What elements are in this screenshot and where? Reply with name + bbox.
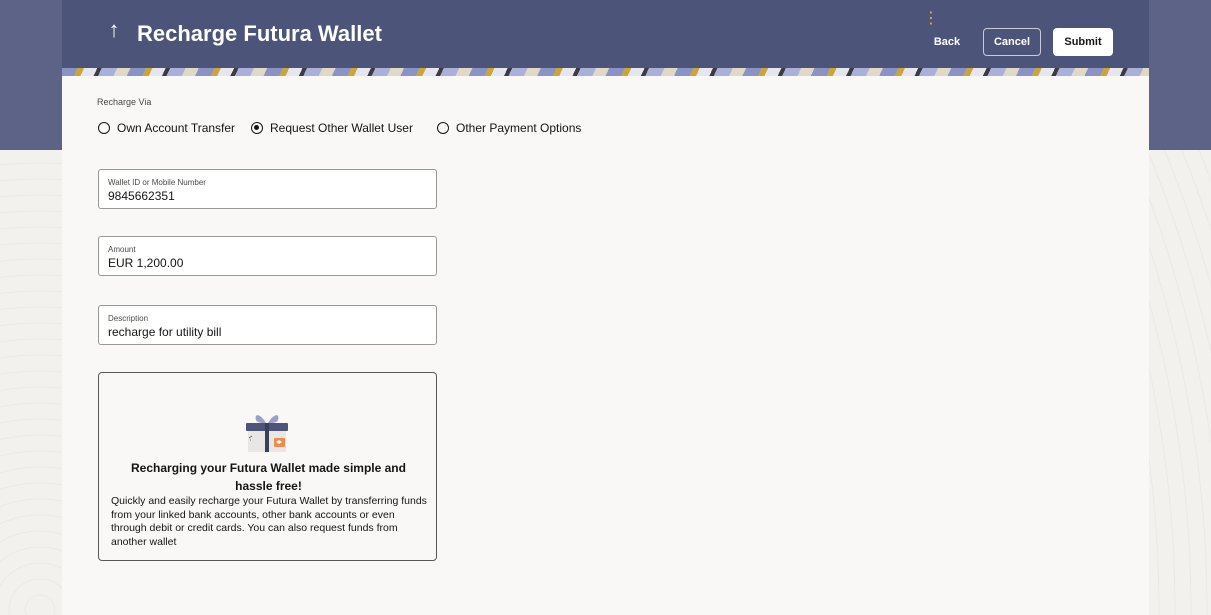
info-panel: Recharging your Futura Wallet made simpl…: [98, 372, 437, 561]
header-decorative-stripe: [62, 68, 1149, 76]
description-field[interactable]: Description: [98, 305, 437, 345]
wallet-id-label: Wallet ID or Mobile Number: [108, 178, 206, 187]
arrow-up-icon[interactable]: ↑: [104, 16, 124, 44]
submit-button[interactable]: Submit: [1053, 28, 1113, 56]
cancel-button[interactable]: Cancel: [983, 28, 1041, 56]
info-title: Recharging your Futura Wallet made simpl…: [131, 461, 406, 493]
amount-input[interactable]: [108, 255, 428, 271]
wallet-id-field[interactable]: Wallet ID or Mobile Number: [98, 169, 437, 209]
radio-request-other-wallet-user[interactable]: Request Other Wallet User: [251, 120, 413, 136]
description-input[interactable]: [108, 324, 428, 340]
recharge-via-label: Recharge Via: [97, 97, 152, 107]
radio-label: Other Payment Options: [456, 121, 582, 135]
wallet-id-input[interactable]: [108, 188, 428, 204]
back-button[interactable]: Back: [928, 32, 966, 52]
radio-label: Own Account Transfer: [117, 121, 236, 135]
description-label: Description: [108, 314, 149, 323]
gift-box-icon: [246, 415, 288, 452]
radio-unchecked-icon[interactable]: [437, 122, 449, 134]
radio-unchecked-icon[interactable]: [98, 122, 110, 134]
radio-label: Request Other Wallet User: [270, 121, 413, 135]
radio-own-account-transfer[interactable]: Own Account Transfer: [98, 120, 235, 136]
radio-other-payment-options[interactable]: Other Payment Options: [437, 120, 581, 136]
amount-label: Amount: [108, 245, 136, 254]
kebab-menu-icon[interactable]: ⋮: [923, 10, 939, 30]
page-title: Recharge Futura Wallet: [137, 21, 382, 46]
amount-field[interactable]: Amount: [98, 236, 437, 276]
info-text: Quickly and easily recharge your Futura …: [111, 495, 427, 548]
radio-checked-icon[interactable]: [251, 122, 263, 134]
